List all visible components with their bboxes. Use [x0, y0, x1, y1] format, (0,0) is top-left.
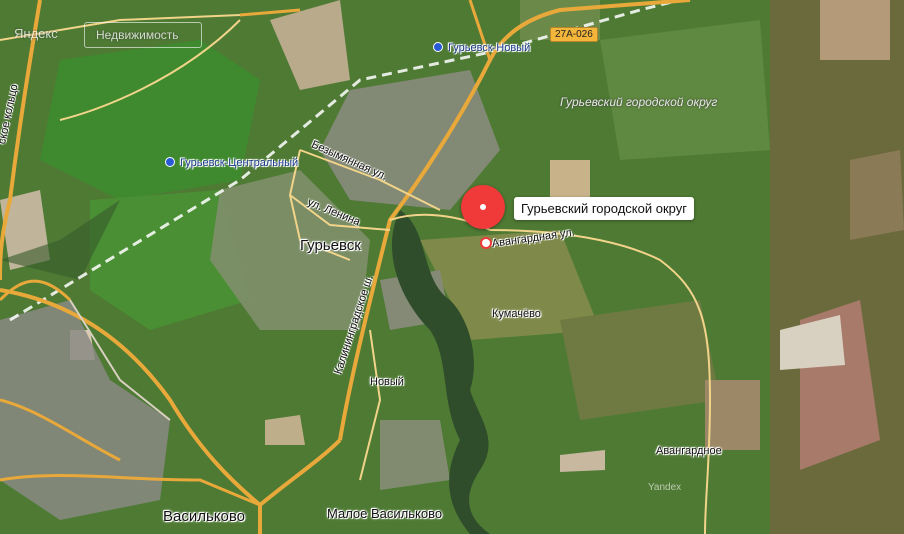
pin-anchor	[480, 237, 492, 249]
satellite-imagery	[0, 0, 904, 534]
route-badge: 27А-026	[550, 27, 598, 42]
map-canvas[interactable]: Яндекс Недвижимость 27А-026 Гурьевск-Нов…	[0, 0, 904, 534]
station-gurievsk-centralny[interactable]: Гурьевск-Центральный	[165, 157, 298, 169]
yandex-logo: Яндекс	[14, 26, 58, 41]
station-gurievsk-novy[interactable]: Гурьевск-Новый	[433, 42, 530, 54]
place-label-gurievsk: Гурьевск	[300, 237, 361, 254]
pin-center	[480, 204, 486, 210]
place-label-vasilkovo: Васильково	[163, 508, 246, 525]
station-icon	[433, 42, 443, 52]
location-pin[interactable]	[461, 185, 505, 229]
marker-callout[interactable]: Гурьевский городской округ	[514, 197, 694, 220]
station-icon	[165, 157, 175, 167]
station-name: Гурьевск-Центральный	[180, 157, 299, 169]
place-label-avangardnoe: Авангардное	[656, 445, 722, 457]
district-label: Гурьевский городской округ	[560, 95, 718, 109]
yandex-watermark: Yandex	[648, 482, 682, 493]
station-name: Гурьевск-Новый	[448, 42, 531, 54]
place-label-novy: Новый	[370, 376, 404, 388]
place-label-maloe-vasilkovo: Малое Васильково	[327, 506, 443, 521]
logo-subtitle: Недвижимость	[96, 28, 179, 42]
place-label-kumachevo: Кумачёво	[492, 308, 541, 320]
